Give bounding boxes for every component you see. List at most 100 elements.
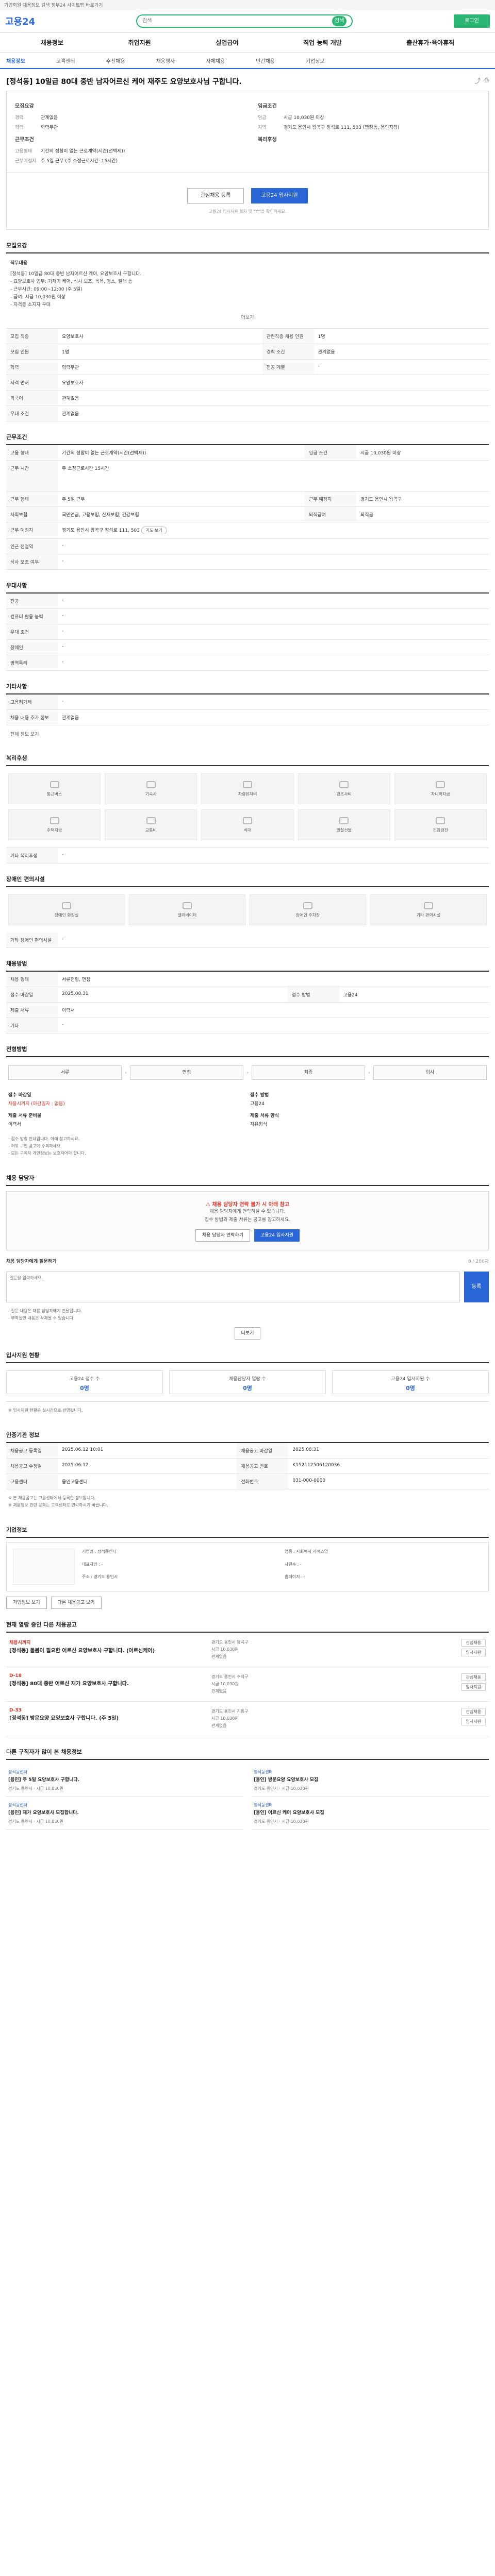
process-step: 면접 (130, 1065, 243, 1080)
interest-button[interactable]: 관심채용 (461, 1673, 486, 1681)
summary-heading: 임금조건 (258, 104, 277, 109)
list-item[interactable]: 정석동센터 [용인] 재가 요양보호사 모집합니다. 경기도 용인시 · 시급 10… (6, 1797, 243, 1830)
interest-button[interactable]: 관심채용 (461, 1639, 486, 1647)
job-description: 직무내용 [정석동] 10일급 80대 중반 남자어르신 케어, 요양보호사 구… (6, 253, 489, 329)
more-button[interactable]: 더보기 (10, 314, 485, 322)
table-key: 외국어 (6, 390, 58, 406)
table-key: 채용공고 번호 (237, 1458, 289, 1474)
preference-table: 전공 - 컴퓨터 활용 능력 - 우대 조건 - 장애인 - 병역특례 - (6, 594, 489, 671)
meta-line: 관계없음 (211, 1723, 227, 1728)
map-button[interactable]: 지도 보기 (141, 527, 167, 534)
table-row: 채용 내용 추가 정보 관계없음 (6, 709, 489, 725)
question-input[interactable] (6, 1272, 460, 1302)
apply-button-2[interactable]: 고용24 입사지원 (254, 1229, 300, 1242)
job-title: [정석동] 10일급 80대 중반 남자어르신 케어 재주도 요양보호사님 구합… (6, 78, 242, 86)
facility-card: 기타 편의시설 (370, 894, 487, 925)
meta-line: 경기도 용인시 · 시급 10,030원 (254, 1819, 309, 1824)
table-value: 2025.08.31 (58, 987, 288, 1003)
local-nav: 채용정보 고객센터 추천채용 채용행사 자체채용 민간채용 기업정보 (0, 53, 495, 69)
table-value: 퇴직금 (356, 506, 489, 522)
list-item[interactable]: 정석동센터 [용인] 방문요양 요양보호사 모집 경기도 용인시 · 시급 10,0… (252, 1764, 489, 1797)
apply-button[interactable]: 고용24 입사지원 (251, 188, 308, 204)
list-item[interactable]: 정석동센터 [용인] 주 5일 요양보호사 구합니다. 경기도 용인시 · 시급 1… (6, 1764, 243, 1797)
info-notes: ※ 본 채용공고는 고용센터에서 등록한 정보입니다. ※ 채용정보 관련 문의… (6, 1489, 489, 1514)
benefit-card: 교통비 (105, 809, 197, 840)
table-value: - (58, 694, 489, 710)
list-item[interactable]: 정석동센터 [용인] 어르신 케어 요양보호사 모집 경기도 용인시 · 시급 10… (252, 1797, 489, 1830)
apply-button[interactable]: 입사지원 (461, 1683, 486, 1691)
question-title: 채용 담당자에게 질문하기 (6, 1259, 57, 1264)
benefit-card: 자녀학자금 (394, 773, 487, 804)
field-value: 정석동센터 (97, 1549, 117, 1554)
lnb-item[interactable]: 고객센터 (56, 57, 75, 64)
dday-badge: D-18 (9, 1673, 22, 1679)
recommend-grid: 정석동센터 [용인] 주 5일 요양보호사 구합니다. 경기도 용인시 · 시급 1… (6, 1760, 489, 1830)
company-field: 기업명 : 정석동센터 (82, 1549, 117, 1554)
question-box: 등록 (6, 1272, 489, 1302)
meta-line: 관계없음 (211, 1654, 227, 1659)
summary-key: 지역 (258, 125, 267, 130)
share-icon[interactable]: ⤴ (474, 76, 481, 85)
apply-button[interactable]: 입사지원 (461, 1718, 486, 1725)
table-value: 031-000-0000 (288, 1473, 489, 1489)
lnb-item[interactable]: 민간채용 (256, 57, 275, 64)
lnb-item[interactable]: 자체채용 (206, 57, 225, 64)
lnb-item[interactable]: 기업정보 (306, 57, 325, 64)
char-count: 0 / 200자 (468, 1259, 489, 1264)
lnb-item[interactable]: 채용정보 (6, 57, 25, 64)
summary-right: 임금조건 임금 시급 10,030원 이상 지역 경기도 용인시 왕곡구 정석로 1… (258, 98, 480, 165)
process-section: 전형방법 서류 › 면접 › 최종 › 입사 접수 마감일 채용시까지 (마감일자… (6, 1045, 489, 1162)
table-key: 임금 조건 (304, 445, 356, 461)
list-item[interactable]: D-18 [정석동] 80대 중반 어르신 재가 요양보호사 구합니다. 경기도 … (6, 1667, 489, 1702)
job-link[interactable]: [용인] 어르신 케어 요양보호사 모집 (254, 1810, 487, 1817)
job-link[interactable]: [정석동] 80대 중반 어르신 재가 요양보호사 구합니다. (9, 1681, 205, 1688)
warning-text: ⚠ 채용 담당자 연락 불가 시 아래 참고 (15, 1200, 480, 1208)
summary-value: 시급 10,030원 이상 (284, 115, 324, 121)
site-header: 고용24 검색 로그인 (0, 9, 495, 33)
bus-icon (50, 781, 59, 788)
interest-button[interactable]: 관심채용 등록 (187, 188, 244, 204)
job-link[interactable]: [정석동] 돌봄이 필요한 어르신 요양보호사 구합니다. (어르신케어) (9, 1648, 205, 1655)
table-value: 국민연금, 고용보험, 산재보험, 건강보험 (58, 506, 305, 522)
meta-line: 시급 10,030원 (211, 1647, 239, 1652)
table-value: 시급 10,030원 이상 (356, 445, 489, 461)
login-button[interactable]: 로그인 (454, 14, 490, 28)
search-button[interactable]: 검색 (332, 15, 347, 26)
table-row: 모집 직종 요양보호사 관련직종 채용 인원 1명 (6, 329, 489, 344)
interest-button[interactable]: 관심채용 (461, 1708, 486, 1716)
job-link[interactable]: [용인] 주 5일 요양보호사 구합니다. (8, 1777, 241, 1784)
site-logo[interactable]: 고용24 (5, 14, 35, 28)
job-link[interactable]: [용인] 방문요양 요양보호사 모집 (254, 1777, 487, 1784)
other-jobs-button[interactable]: 다른 채용공고 보기 (51, 1597, 102, 1609)
full-info-link[interactable]: 전체 정보 보기 (6, 725, 489, 742)
work-section: 근무조건 고용 형태 기간의 정함이 없는 근로계약(시간(선택제)) 임금 조건 시… (6, 433, 489, 570)
house-icon (146, 781, 156, 788)
search-input[interactable] (142, 18, 333, 24)
company-info-button[interactable]: 기업정보 보기 (6, 1597, 47, 1609)
gnb-item[interactable]: 채용정보 (41, 38, 63, 47)
lnb-item[interactable]: 추천채용 (106, 57, 125, 64)
summary-heading: 근무조건 (15, 137, 34, 143)
summary-row: 고용형태 기간의 정함이 없는 근로계약(시간(선택제)) (15, 146, 237, 156)
contact-button[interactable]: 채용 담당자 연락하기 (195, 1229, 251, 1242)
table-row: 근무 예정지 경기도 용인시 왕곡구 정석로 111, 503 지도 보기 (6, 522, 489, 539)
job-link[interactable]: [용인] 재가 요양보호사 모집합니다. (8, 1810, 241, 1817)
gnb-item[interactable]: 실업급여 (216, 38, 238, 47)
list-item[interactable]: 채용시까지 [정석동] 돌봄이 필요한 어르신 요양보호사 구합니다. (어르신케… (6, 1633, 489, 1667)
lnb-item[interactable]: 채용행사 (156, 57, 175, 64)
print-icon[interactable]: ⎙ (484, 76, 489, 85)
gnb-item[interactable]: 취업지원 (128, 38, 151, 47)
field-key: 대표자명 (82, 1562, 97, 1567)
etc-table: 고용허가제 - 채용 내용 추가 정보 관계없음 (6, 694, 489, 725)
gnb-item[interactable]: 직업 능력 개발 (303, 38, 342, 47)
apply-button[interactable]: 입사지원 (461, 1649, 486, 1656)
gnb-item[interactable]: 출산휴가·육아휴직 (406, 38, 454, 47)
question-submit-button[interactable]: 등록 (464, 1272, 489, 1302)
list-item[interactable]: D-33 [정석동] 방문요양 요양보호사 구합니다. (주 5일) 경기도 용인… (6, 1702, 489, 1736)
field-value: 사회복지 서비스업 (296, 1549, 328, 1554)
field-value: - (304, 1574, 306, 1580)
job-link[interactable]: [정석동] 방문요양 요양보호사 구합니다. (주 5일) (9, 1715, 205, 1722)
benefit-card: 통근버스 (8, 773, 101, 804)
more-button[interactable]: 더보기 (234, 1327, 261, 1340)
note-line: - 부적절한 내용은 삭제될 수 있습니다. (8, 1316, 75, 1320)
